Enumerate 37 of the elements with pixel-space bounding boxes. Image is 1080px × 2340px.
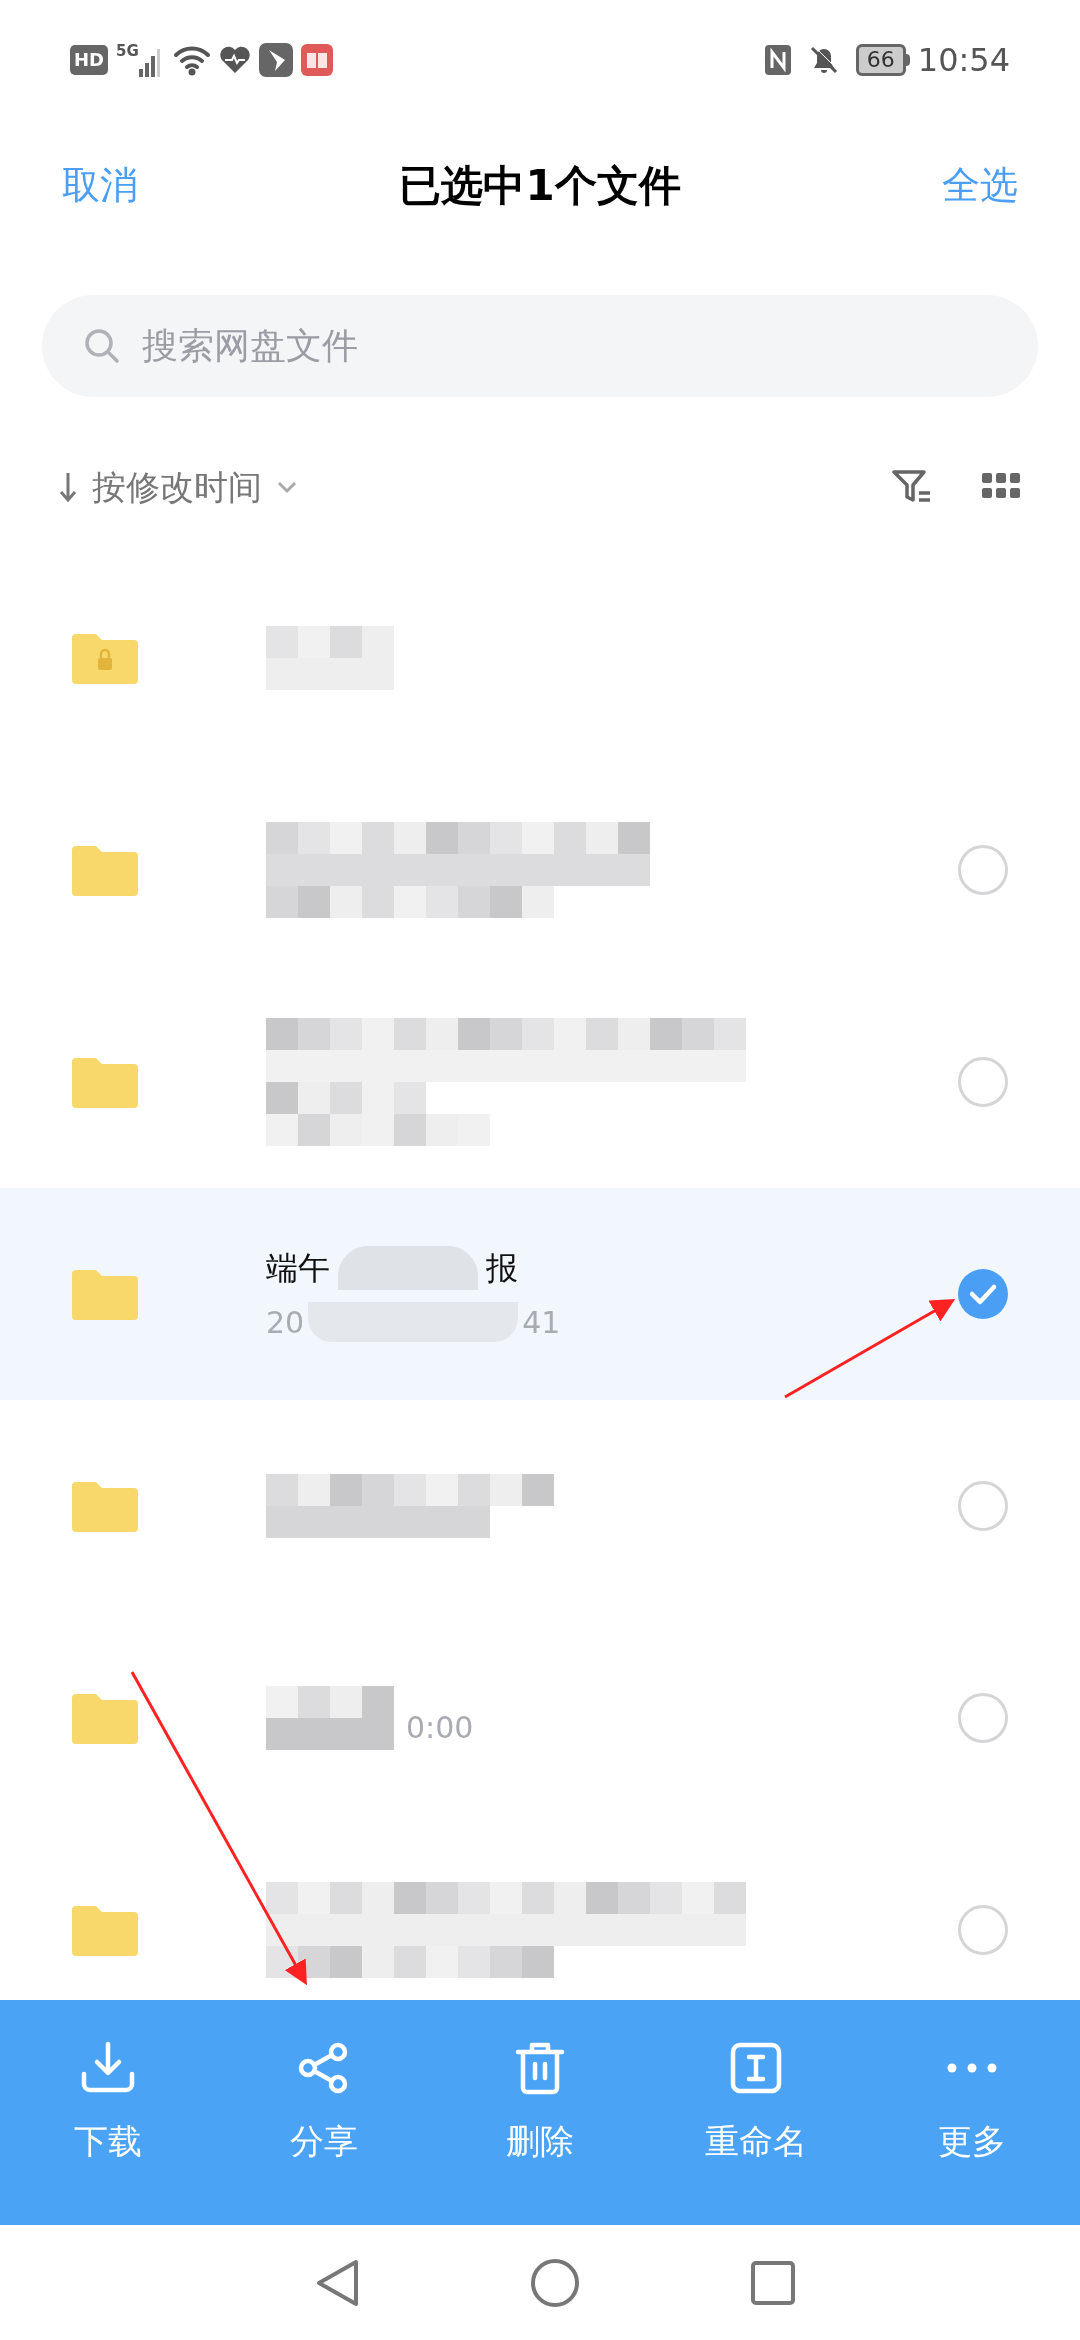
file-row[interactable]: 端午 报 20 41 [0,1188,1080,1400]
book-icon [300,44,333,76]
more-icon [947,2063,997,2073]
search-icon [84,328,120,364]
action-button[interactable]: 下载 [0,2038,216,2167]
page-title: 已选中1个文件 [399,159,681,212]
back-icon[interactable] [314,2257,360,2308]
signal-icon [138,47,161,77]
action-button[interactable]: 删除 [432,2038,648,2167]
sort-dropdown[interactable]: 按修改时间 [58,461,298,513]
down-arrow-icon [58,471,78,503]
checked-circle-icon[interactable] [958,1269,1008,1319]
cancel-button[interactable]: 取消 [62,156,138,214]
file-date: 20 [266,1303,305,1342]
battery-level: 66 [855,44,906,76]
home-icon[interactable] [530,2257,580,2308]
hd-badge: HD [70,45,108,75]
action-button[interactable]: 重命名 [648,2038,864,2167]
clock-time: 10:54 [917,40,1010,81]
file-name: 端午 [266,1247,330,1289]
file-date: 0:00 [406,1709,474,1747]
app-icon [258,43,293,77]
action-button[interactable]: 更多 [864,2038,1080,2167]
grid-view-icon[interactable] [982,473,1022,501]
heart-icon [218,46,251,74]
select-all-button[interactable]: 全选 [942,156,1018,214]
network-type: 5G [116,41,139,62]
recents-icon[interactable] [750,2259,796,2306]
file-date: 41 [522,1303,561,1342]
filter-icon[interactable] [892,469,932,505]
file-name: 报 [486,1247,518,1289]
caret-icon [276,480,298,494]
nfc-icon [763,44,792,76]
search-input[interactable]: 搜索网盘文件 [142,319,996,373]
search-field[interactable]: 搜索网盘文件 [42,295,1038,397]
action-button[interactable]: 分享 [216,2038,432,2167]
wifi-icon [172,44,211,76]
